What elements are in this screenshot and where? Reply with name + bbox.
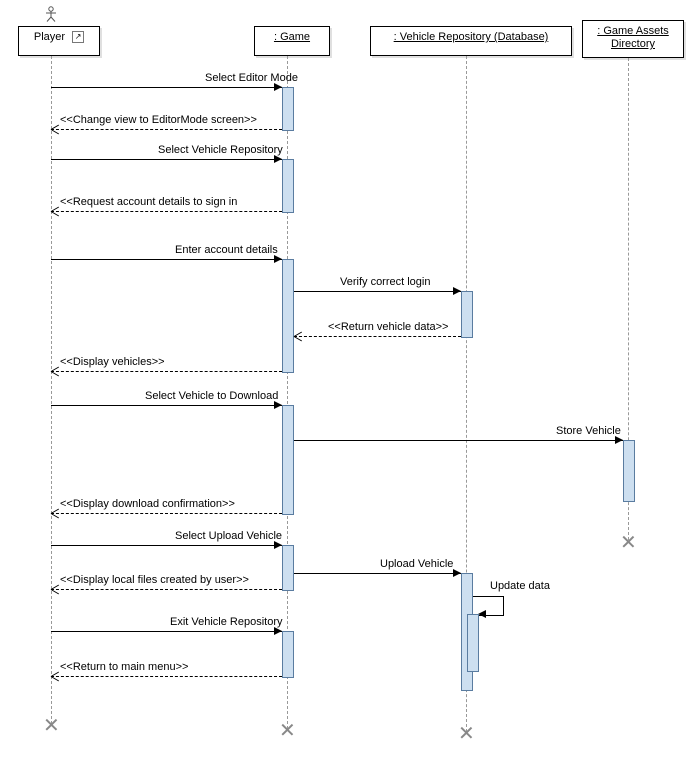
terminate-assets: ✕: [620, 530, 637, 555]
msg-update-data: Update data: [490, 580, 550, 592]
lifeline-game: [287, 56, 288, 729]
msg-select-upload: Select Upload Vehicle: [175, 530, 282, 542]
activation-game-4: [282, 405, 294, 515]
msg-return-request-details: <<Request account details to sign in: [60, 196, 237, 208]
line-r1: [51, 129, 282, 130]
arrow-m4: [274, 401, 282, 409]
msg-verify-login: Verify correct login: [340, 276, 430, 288]
activation-game-6: [282, 631, 294, 678]
participant-repo-label: : Vehicle Repository (Database): [394, 31, 549, 43]
participant-player: Player ↗: [18, 26, 100, 56]
msg-display-local-files: <<Display local files created by user>>: [60, 574, 249, 586]
msg-exit-repo: Exit Vehicle Repository: [170, 616, 283, 628]
lifeline-player: [51, 56, 52, 724]
activation-repo-2b: [467, 614, 479, 672]
line-m4b: [294, 440, 623, 441]
msg-return-vehicle-data: <<Return vehicle data>>: [328, 321, 448, 333]
actor-icon: [45, 6, 57, 25]
line-m2: [51, 159, 282, 160]
activation-assets-1: [623, 440, 635, 502]
activation-game-1: [282, 87, 294, 131]
line-r4: [51, 513, 282, 514]
line-r5: [51, 589, 282, 590]
participant-game-label: : Game: [274, 31, 310, 43]
msg-upload-vehicle: Upload Vehicle: [380, 558, 453, 570]
arrow-m5c: [478, 610, 486, 618]
activation-repo-1: [461, 291, 473, 338]
line-r3b: [294, 336, 461, 337]
msg-select-download: Select Vehicle to Download: [145, 390, 278, 402]
arrow-m1: [274, 83, 282, 91]
arrow-m4b: [615, 436, 623, 444]
activation-game-2: [282, 159, 294, 213]
participant-player-label: Player: [34, 31, 65, 43]
line-r2: [51, 211, 282, 212]
line-m6: [51, 631, 282, 632]
activation-game-5: [282, 545, 294, 591]
msg-enter-details: Enter account details: [175, 244, 278, 256]
line-m3b: [294, 291, 461, 292]
line-r3: [51, 371, 282, 372]
line-m4: [51, 405, 282, 406]
line-m5: [51, 545, 282, 546]
activation-game-3: [282, 259, 294, 373]
line-r6: [51, 676, 282, 677]
arrow-m5: [274, 541, 282, 549]
line-m5b: [294, 573, 461, 574]
terminate-player: ✕: [43, 713, 60, 738]
arrow-m2: [274, 155, 282, 163]
line-m3: [51, 259, 282, 260]
msg-select-repo: Select Vehicle Repository: [158, 144, 283, 156]
msg-select-editor-mode: Select Editor Mode: [205, 72, 298, 84]
participant-game: : Game: [254, 26, 330, 56]
msg-store-vehicle: Store Vehicle: [556, 425, 621, 437]
participant-repo: : Vehicle Repository (Database): [370, 26, 572, 56]
participant-assets-label: : Game Assets Directory: [597, 25, 669, 50]
arrow-m6: [274, 627, 282, 635]
terminate-repo: ✕: [458, 721, 475, 746]
msg-return-main-menu: <<Return to main menu>>: [60, 661, 188, 673]
terminate-game: ✕: [279, 718, 296, 743]
line-m1: [51, 87, 282, 88]
participant-assets: : Game Assets Directory: [582, 20, 684, 58]
link-icon: ↗: [72, 31, 84, 43]
arrow-m3b: [453, 287, 461, 295]
msg-return-editor-screen: <<Change view to EditorMode screen>>: [60, 114, 257, 126]
arrow-m5b: [453, 569, 461, 577]
msg-display-vehicles: <<Display vehicles>>: [60, 356, 165, 368]
msg-display-download-conf: <<Display download confirmation>>: [60, 498, 235, 510]
arrow-m3: [274, 255, 282, 263]
